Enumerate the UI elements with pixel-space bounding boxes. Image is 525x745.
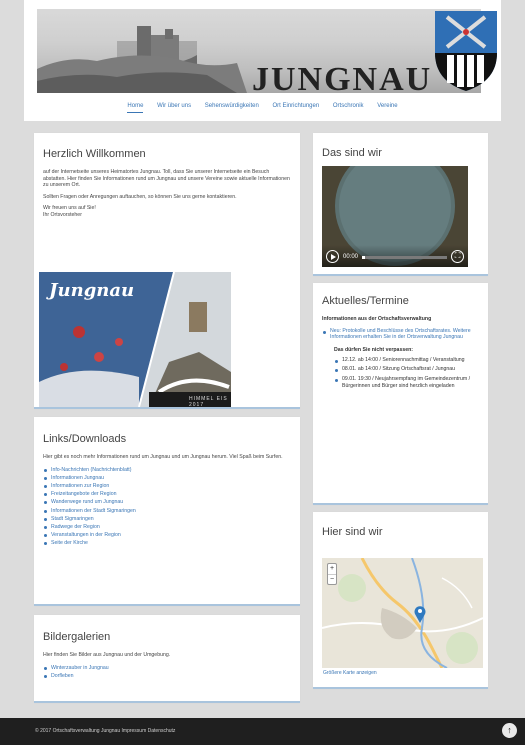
news-item[interactable]: Neu: Protokolle und Beschlüsse des Ortsc… bbox=[322, 328, 479, 342]
zoom-out-button[interactable]: − bbox=[328, 574, 336, 585]
zoom-in-button[interactable]: + bbox=[328, 564, 336, 574]
list-item[interactable]: Info-Nachrichten (Nachrichtenblatt) bbox=[43, 466, 291, 474]
list-item[interactable]: Veranstaltungen in der Region bbox=[43, 531, 291, 539]
location-title: Hier sind wir bbox=[322, 526, 383, 538]
play-icon bbox=[331, 253, 336, 260]
scroll-top-icon[interactable]: ↑ bbox=[502, 723, 517, 738]
location-card: Hier sind wir + − Größere Karte anzeigen bbox=[313, 512, 488, 689]
map-zoom-control: + − bbox=[327, 563, 337, 585]
list-item[interactable]: Wanderwege rund um Jungnau bbox=[43, 498, 291, 506]
list-item[interactable]: Dorfleben bbox=[43, 672, 291, 680]
news-heading2: Das dürfen Sie nicht verpassen: bbox=[334, 347, 413, 354]
nav-item-facilities[interactable]: Ort Einrichtungen bbox=[273, 103, 320, 112]
photo-script-text: Jungnau bbox=[49, 280, 135, 301]
links-title: Links/Downloads bbox=[43, 433, 127, 445]
links-intro: Hier gibt es noch mehr Informationen run… bbox=[43, 454, 283, 460]
about-card: Das sind wir 00:00 ⛶ bbox=[313, 133, 488, 276]
gallery-intro: Hier finden Sie Bilder aus Jungnau und d… bbox=[43, 652, 171, 658]
news-subtitle: Informationen aus der Ortschaftsverwaltu… bbox=[322, 316, 432, 322]
list-item[interactable]: Stadt Sigmaringen bbox=[43, 515, 291, 523]
list-item[interactable]: Informationen der Stadt Sigmaringen bbox=[43, 507, 291, 515]
welcome-text: auf der Internetseite unseres Heimatorte… bbox=[43, 169, 290, 188]
list-item[interactable]: Winterzauber in Jungnau bbox=[43, 664, 291, 672]
nav-item-clubs[interactable]: Vereine bbox=[377, 103, 397, 112]
list-item[interactable]: Freizeitangebote der Region bbox=[43, 490, 291, 498]
footer: © 2017 Ortschaftsverwaltung Jungnau Impr… bbox=[0, 718, 525, 745]
list-item[interactable]: Informationen Jungnau bbox=[43, 474, 291, 482]
larger-map-link[interactable]: Größere Karte anzeigen bbox=[323, 670, 377, 676]
news-title: Aktuelles/Termine bbox=[322, 295, 409, 307]
event-item: 09.01. 19:30 / Neujahrsempfang im Gemein… bbox=[334, 376, 479, 390]
header-banner: JUNGNAU bbox=[37, 9, 481, 93]
fullscreen-icon[interactable]: ⛶ bbox=[451, 250, 464, 263]
page: JUNGNAU Home Wir über uns Sehenswürdigke… bbox=[24, 0, 501, 745]
video-time: 00:00 bbox=[343, 254, 359, 260]
gallery-list: Winterzauber in Jungnau Dorfleben bbox=[43, 664, 291, 680]
list-item[interactable]: Informationen zur Region bbox=[43, 482, 291, 490]
nav-item-home[interactable]: Home bbox=[127, 103, 144, 113]
welcome-questions: Sollten Fragen oder Anregungen auftauche… bbox=[43, 193, 237, 200]
nav-item-chronicle[interactable]: Ortschronik bbox=[333, 103, 364, 112]
nav-item-sights[interactable]: Sehenswürdigkeiten bbox=[205, 103, 259, 112]
coat-of-arms-icon bbox=[435, 11, 497, 91]
welcome-sign-line2: Ihr Ortsvorsteher bbox=[43, 211, 82, 218]
event-item: 12.12. ab 14:00 / Seniorennachmittag / V… bbox=[334, 357, 479, 364]
footer-text[interactable]: © 2017 Ortschaftsverwaltung Jungnau Impr… bbox=[35, 728, 175, 734]
video-progress-bar[interactable] bbox=[362, 255, 447, 259]
links-card: Links/Downloads Hier gibt es noch mehr I… bbox=[34, 417, 300, 606]
gallery-card: Bildergalerien Hier finden Sie Bilder au… bbox=[34, 615, 300, 703]
welcome-card: Herzlich Willkommen auf der Internetseit… bbox=[34, 133, 300, 409]
gallery-title: Bildergalerien bbox=[43, 631, 111, 643]
news-card: Aktuelles/Termine Informationen aus der … bbox=[313, 283, 488, 505]
list-item[interactable]: Radwege der Region bbox=[43, 523, 291, 531]
main-nav: Home Wir über uns Sehenswürdigkeiten Ort… bbox=[24, 103, 501, 119]
site-title: JUNGNAU bbox=[252, 61, 433, 93]
map-marker-icon[interactable] bbox=[414, 605, 426, 623]
event-item: 08.01. ab 14:00 / Sitzung Ortschaftsrat … bbox=[334, 366, 479, 373]
map-tiles bbox=[322, 558, 483, 668]
video-player[interactable]: 00:00 ⛶ bbox=[322, 166, 468, 267]
events-list: 12.12. ab 14:00 / Seniorennachmittag / V… bbox=[334, 357, 479, 390]
winter-photo: Jungnau HIMMEL EIS 2017 bbox=[39, 272, 231, 407]
map-view[interactable]: + − bbox=[322, 558, 483, 668]
about-title: Das sind wir bbox=[322, 147, 382, 159]
play-button[interactable] bbox=[326, 250, 339, 263]
photo-caption: HIMMEL EIS 2017 bbox=[189, 396, 228, 407]
nav-item-about[interactable]: Wir über uns bbox=[157, 103, 191, 112]
welcome-title: Herzlich Willkommen bbox=[43, 148, 146, 160]
list-item[interactable]: Seite der Kirche bbox=[43, 539, 291, 547]
links-list: Info-Nachrichten (Nachrichtenblatt) Info… bbox=[43, 466, 291, 548]
